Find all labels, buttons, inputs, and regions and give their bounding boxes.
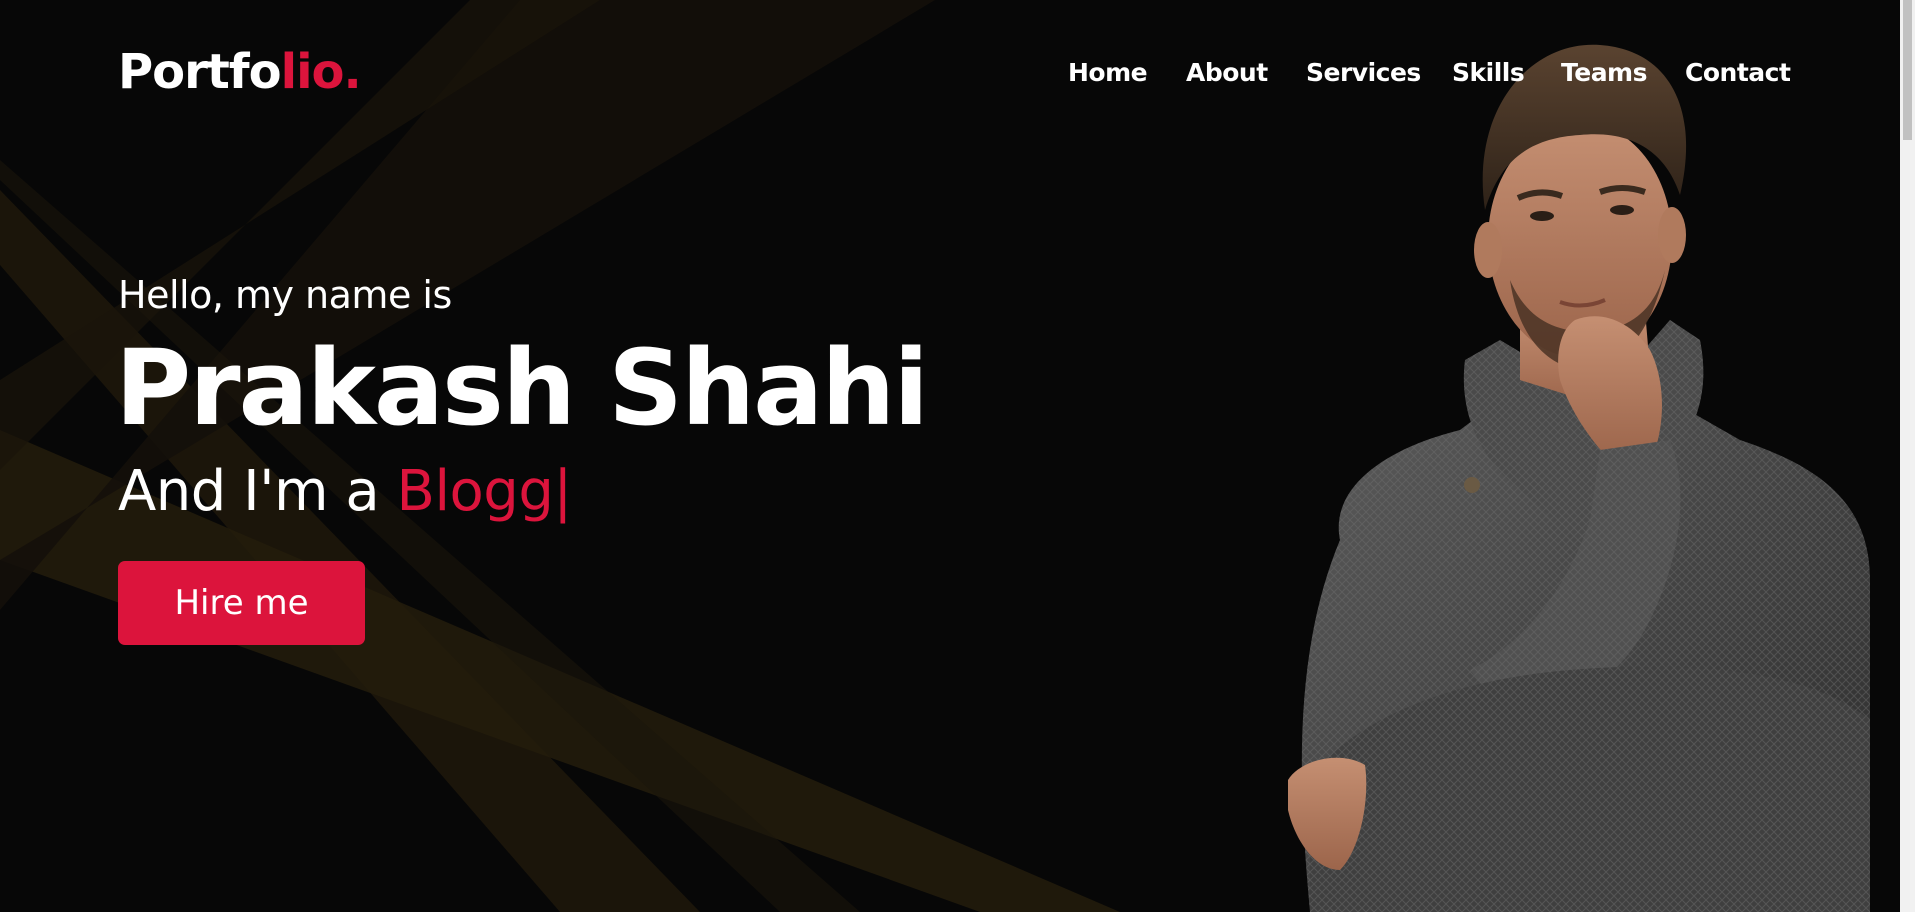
- portrait-photo: [1288, 44, 1870, 912]
- top-navbar: Portfolio. Home About Services Skills Te…: [0, 0, 1900, 145]
- portfolio-page: Portfolio. Home About Services Skills Te…: [0, 0, 1915, 912]
- nav-link-skills[interactable]: Skills: [1452, 55, 1525, 91]
- nav-link-contact[interactable]: Contact: [1685, 55, 1791, 91]
- typing-cursor: |: [553, 459, 572, 524]
- hire-me-button[interactable]: Hire me: [118, 561, 365, 645]
- hero-name: Prakash Shahi: [115, 327, 929, 449]
- nav-link-services[interactable]: Services: [1306, 55, 1421, 91]
- page-scrollbar[interactable]: [1900, 0, 1915, 912]
- nav-link-about[interactable]: About: [1186, 55, 1268, 91]
- nav-menu: Home About Services Skills Teams Contact: [0, 55, 1900, 91]
- role-prefix: And I'm a: [118, 459, 397, 524]
- hero-role-line: And I'm a Blogg|: [118, 452, 572, 532]
- hero-greeting: Hello, my name is: [118, 273, 452, 317]
- nav-link-home[interactable]: Home: [1068, 55, 1148, 91]
- role-typed-text: Blogg: [396, 459, 554, 524]
- scrollbar-thumb[interactable]: [1903, 0, 1912, 140]
- nav-link-teams[interactable]: Teams: [1561, 55, 1648, 91]
